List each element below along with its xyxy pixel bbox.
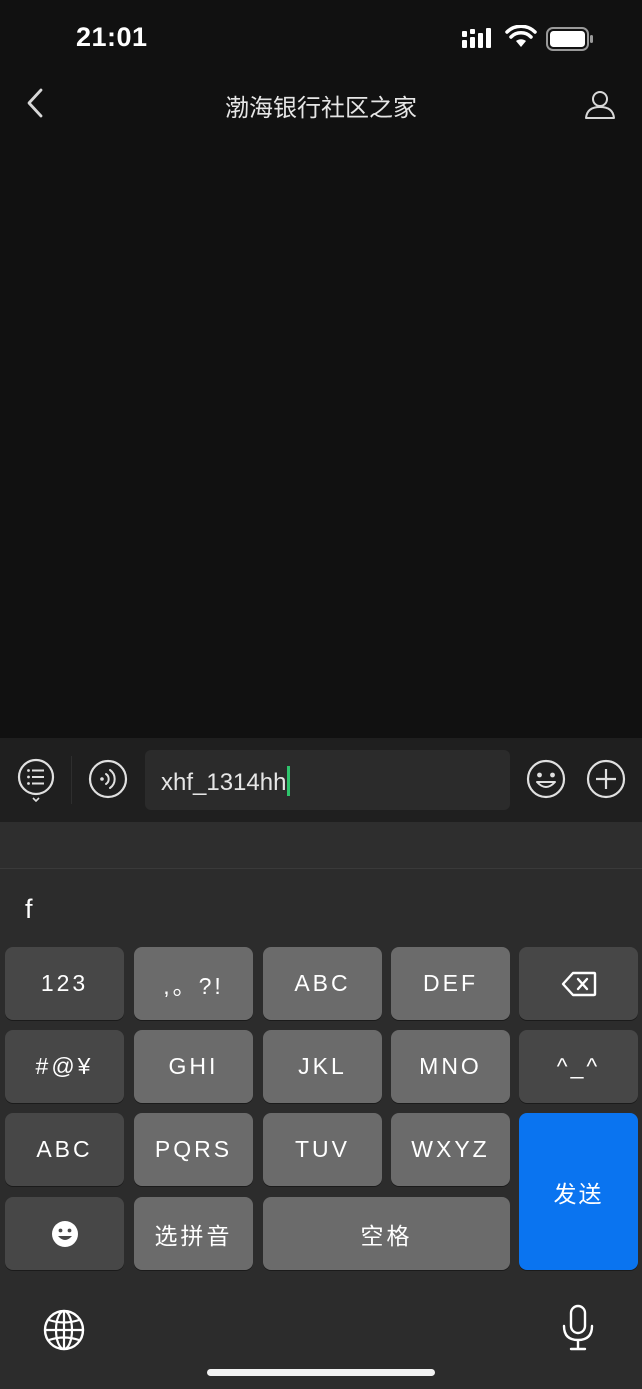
send-key[interactable]: 发送 <box>519 1113 638 1270</box>
key-pqrs[interactable]: PQRS <box>134 1113 253 1186</box>
keyboard: f <box>0 822 642 1389</box>
profile-button[interactable] <box>582 86 618 122</box>
key-punctuation[interactable]: ,。?! <box>134 947 253 1020</box>
message-input-value: xhf_1314hh <box>161 766 291 797</box>
service-menu-button[interactable] <box>16 758 56 803</box>
key-label: TUV <box>295 1136 350 1162</box>
keyboard-toolbar <box>0 822 642 869</box>
key-label: ,。?! <box>163 972 224 999</box>
profile-icon <box>585 91 615 119</box>
key-123[interactable]: 123 <box>5 947 124 1020</box>
chat-input-bar: xhf_1314hh <box>0 738 642 822</box>
emoji-key[interactable] <box>5 1197 124 1270</box>
candidate-word[interactable]: f <box>25 894 33 925</box>
candidate-bar: f <box>0 870 642 942</box>
smiley-icon <box>51 1220 78 1247</box>
backspace-key[interactable] <box>519 947 638 1020</box>
emoji-icon <box>526 759 566 799</box>
key-abc-switch[interactable]: ABC <box>5 1113 124 1186</box>
key-label: PQRS <box>154 1136 233 1162</box>
cellular-signal-icon <box>462 28 491 48</box>
key-label: JKL <box>298 1053 347 1079</box>
status-time: 21:01 <box>76 22 148 52</box>
key-tuv[interactable]: TUV <box>263 1113 382 1186</box>
key-label: GHI <box>168 1053 219 1079</box>
text-caret <box>287 766 291 796</box>
key-label: DEF <box>423 970 478 996</box>
key-label: 发送 <box>553 1180 604 1207</box>
key-label: 选拼音 <box>154 1222 233 1249</box>
dictation-button[interactable] <box>560 1304 596 1352</box>
globe-icon <box>43 1309 85 1351</box>
microphone-icon <box>562 1304 594 1351</box>
key-label: 空格 <box>360 1222 413 1249</box>
page-title: 渤海银行社区之家 <box>225 94 417 122</box>
input-divider <box>71 756 72 804</box>
key-label: ABC <box>294 970 351 996</box>
key-abc[interactable]: ABC <box>263 947 382 1020</box>
key-kaomoji[interactable]: ^_^ <box>519 1030 638 1103</box>
emoji-button[interactable] <box>526 759 566 799</box>
voice-icon <box>88 759 128 799</box>
list-menu-icon <box>17 758 55 803</box>
key-label: MNO <box>419 1053 482 1079</box>
battery-icon <box>546 27 593 51</box>
key-symbols[interactable]: #@¥ <box>5 1030 124 1103</box>
key-label: ^_^ <box>556 1053 601 1079</box>
status-bar: 21:01 <box>0 0 642 76</box>
globe-button[interactable] <box>42 1308 86 1352</box>
message-input[interactable]: xhf_1314hh <box>145 750 510 810</box>
voice-input-button[interactable] <box>88 759 128 799</box>
key-ghi[interactable]: GHI <box>134 1030 253 1103</box>
key-pinyin-select[interactable]: 选拼音 <box>134 1197 253 1270</box>
plus-icon <box>586 759 626 799</box>
more-actions-button[interactable] <box>586 759 626 799</box>
key-label: #@¥ <box>35 1053 94 1079</box>
key-label: ABC <box>36 1136 93 1162</box>
wifi-icon <box>505 25 537 47</box>
key-jkl[interactable]: JKL <box>263 1030 382 1103</box>
key-label: 123 <box>40 970 89 996</box>
key-wxyz[interactable]: WXYZ <box>391 1113 510 1186</box>
chat-message-area[interactable] <box>0 134 642 738</box>
nav-bar: 渤海银行社区之家 <box>0 76 642 134</box>
key-mno[interactable]: MNO <box>391 1030 510 1103</box>
backspace-icon <box>561 971 596 996</box>
key-label: WXYZ <box>411 1136 490 1162</box>
home-indicator[interactable] <box>207 1369 435 1376</box>
space-key[interactable]: 空格 <box>263 1197 510 1270</box>
key-def[interactable]: DEF <box>391 947 510 1020</box>
